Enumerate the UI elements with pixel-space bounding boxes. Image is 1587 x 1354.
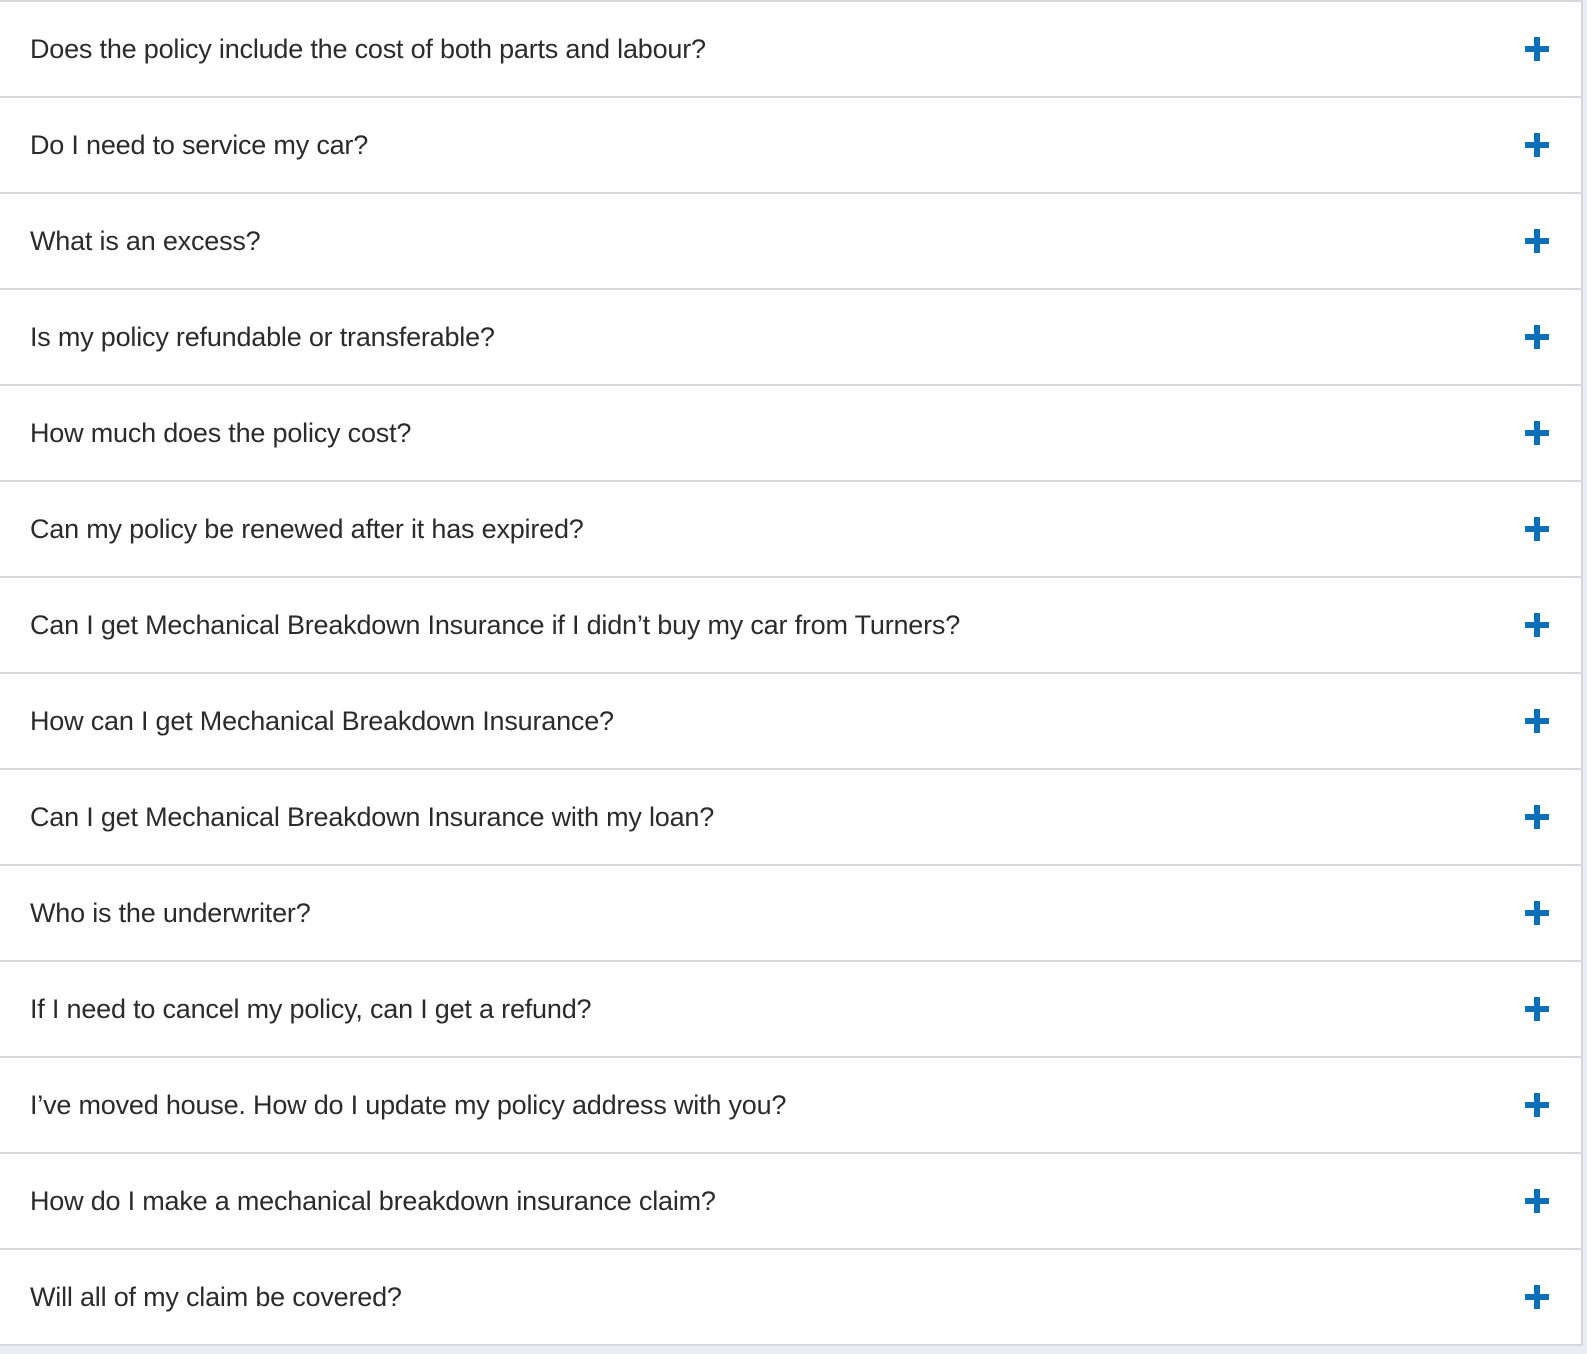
faq-item[interactable]: Does the policy include the cost of both…: [0, 2, 1581, 98]
faq-question: Does the policy include the cost of both…: [30, 33, 706, 64]
plus-icon[interactable]: [1525, 613, 1549, 637]
faq-item[interactable]: Is my policy refundable or transferable?: [0, 290, 1581, 386]
plus-icon[interactable]: [1525, 1093, 1549, 1117]
faq-question: If I need to cancel my policy, can I get…: [30, 993, 592, 1024]
faq-item[interactable]: Who is the underwriter?: [0, 866, 1581, 962]
faq-question: Who is the underwriter?: [30, 897, 311, 928]
faq-question: How much does the policy cost?: [30, 417, 412, 448]
faq-item[interactable]: If I need to cancel my policy, can I get…: [0, 962, 1581, 1058]
faq-question: Will all of my claim be covered?: [30, 1281, 402, 1312]
faq-question: Can my policy be renewed after it has ex…: [30, 513, 584, 544]
faq-item[interactable]: Can I get Mechanical Breakdown Insurance…: [0, 578, 1581, 674]
faq-item[interactable]: Can my policy be renewed after it has ex…: [0, 482, 1581, 578]
plus-icon[interactable]: [1525, 133, 1549, 157]
faq-item[interactable]: How can I get Mechanical Breakdown Insur…: [0, 674, 1581, 770]
faq-item[interactable]: How much does the policy cost?: [0, 386, 1581, 482]
plus-icon[interactable]: [1525, 37, 1549, 61]
faq-item[interactable]: I’ve moved house. How do I update my pol…: [0, 1058, 1581, 1154]
plus-icon[interactable]: [1525, 805, 1549, 829]
plus-icon[interactable]: [1525, 229, 1549, 253]
plus-icon[interactable]: [1525, 901, 1549, 925]
plus-icon[interactable]: [1525, 517, 1549, 541]
faq-question: Do I need to service my car?: [30, 129, 369, 160]
faq-question: What is an excess?: [30, 225, 261, 256]
plus-icon[interactable]: [1525, 325, 1549, 349]
plus-icon[interactable]: [1525, 1285, 1549, 1309]
plus-icon[interactable]: [1525, 997, 1549, 1021]
faq-question: How do I make a mechanical breakdown ins…: [30, 1185, 716, 1216]
faq-question: Can I get Mechanical Breakdown Insurance…: [30, 801, 715, 832]
faq-question: Can I get Mechanical Breakdown Insurance…: [30, 609, 961, 640]
faq-item[interactable]: What is an excess?: [0, 194, 1581, 290]
faq-question: How can I get Mechanical Breakdown Insur…: [30, 705, 614, 736]
faq-item[interactable]: Do I need to service my car?: [0, 98, 1581, 194]
page-bottom-background: [0, 1346, 1587, 1354]
plus-icon[interactable]: [1525, 709, 1549, 733]
plus-icon[interactable]: [1525, 1189, 1549, 1213]
faq-item[interactable]: Will all of my claim be covered?: [0, 1250, 1581, 1346]
faq-item[interactable]: Can I get Mechanical Breakdown Insurance…: [0, 770, 1581, 866]
faq-item[interactable]: How do I make a mechanical breakdown ins…: [0, 1154, 1581, 1250]
plus-icon[interactable]: [1525, 421, 1549, 445]
faq-question: I’ve moved house. How do I update my pol…: [30, 1089, 787, 1120]
faq-question: Is my policy refundable or transferable?: [30, 321, 495, 352]
faq-accordion: Does the policy include the cost of both…: [0, 0, 1583, 1346]
